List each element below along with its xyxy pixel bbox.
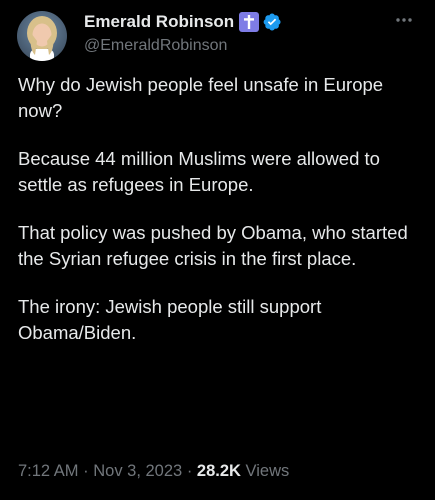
verified-badge-icon[interactable]	[262, 12, 282, 32]
post-paragraph: That policy was pushed by Obama, who sta…	[18, 222, 408, 269]
tweet-header: Emerald Robinson @EmeraldRobinson	[14, 8, 422, 64]
views-label: Views	[245, 462, 290, 480]
avatar[interactable]	[17, 11, 67, 61]
handle[interactable]: @EmeraldRobinson	[84, 37, 384, 55]
meta-separator: ·	[83, 462, 89, 480]
views-count: 28.2K	[196, 462, 241, 480]
post-paragraph: The irony: Jewish people still support O…	[18, 296, 322, 343]
post-paragraph: Because 44 million Muslims were allowed …	[18, 148, 380, 195]
author-info: Emerald Robinson @EmeraldRobinson	[84, 10, 384, 55]
display-name[interactable]: Emerald Robinson	[84, 12, 234, 32]
post-time[interactable]: 7:12 AM	[18, 462, 79, 480]
post-paragraph: Why do Jewish people feel unsafe in Euro…	[18, 74, 384, 121]
cross-icon	[239, 12, 260, 32]
post-date[interactable]: Nov 3, 2023	[93, 462, 182, 480]
more-horizontal-icon[interactable]	[394, 10, 414, 30]
meta-separator: ·	[186, 462, 193, 480]
post-text: Why do Jewish people feel unsafe in Euro…	[18, 72, 418, 368]
post-meta: 7:12 AM · Nov 3, 2023 · 28.2K Views	[18, 462, 289, 481]
display-name-row: Emerald Robinson	[84, 10, 384, 34]
